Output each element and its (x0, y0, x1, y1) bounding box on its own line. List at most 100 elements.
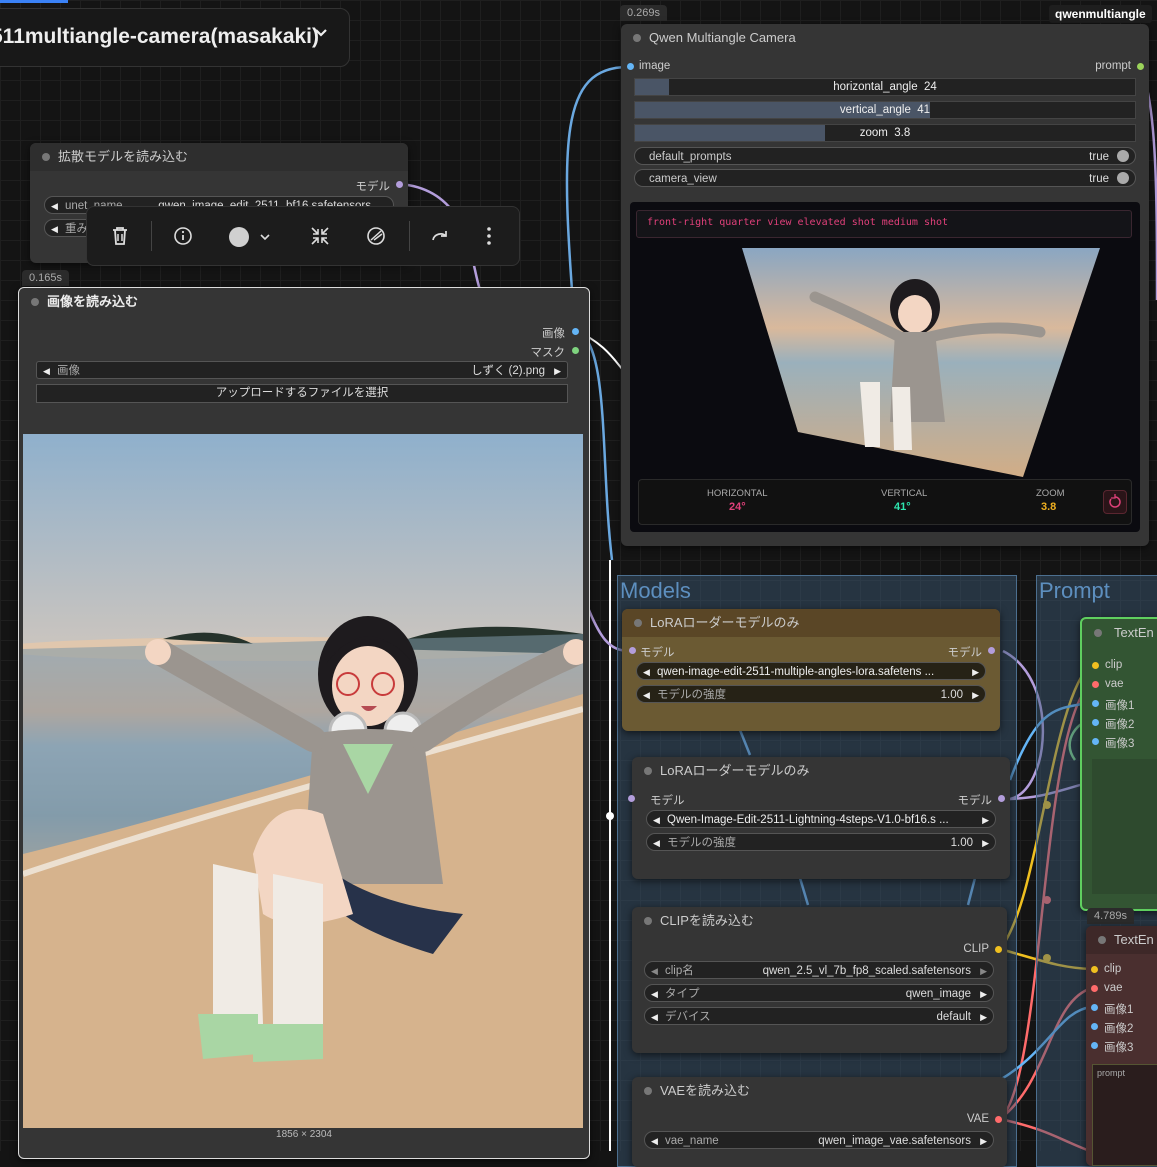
clip-input-label: clip (1105, 659, 1123, 671)
image2-input-label: 画像2 (1104, 1023, 1134, 1035)
load-vae-node[interactable]: VAEを読み込む VAE ◀ vae_name qwen_image_vae.saf… (632, 1077, 1007, 1167)
node-title: TextEn (1086, 926, 1157, 954)
text-encode-node-2[interactable]: TextEn clip vae 画像1 画像2 画像3 prompt (1086, 926, 1157, 1166)
prompt-output-dot[interactable] (1137, 63, 1144, 70)
node-title: 拡散モデルを読み込む (30, 143, 408, 171)
vertical-stat-value: 41° (894, 501, 911, 513)
execution-time-badge: 0.269s (620, 5, 668, 21)
lora-loader-node-1[interactable]: LoRAローダーモデルのみ モデル モデル ◀ qwen-image-edit-2… (622, 609, 1000, 731)
info-icon[interactable] (172, 225, 194, 250)
model-strength-widget[interactable]: ◀ モデルの強度 1.00 ▶ (636, 685, 986, 703)
clip-output-dot[interactable] (995, 946, 1002, 953)
device-widget[interactable]: ◀ デバイス default ▶ (644, 1007, 994, 1025)
clip-name-widget[interactable]: ◀ clip名 qwen_2.5_vl_7b_fp8_scaled.safetens… (644, 961, 994, 979)
tab-indicator (0, 0, 68, 3)
node-type-badge: qwenmultiangle (1049, 5, 1152, 23)
vae-input-dot[interactable] (1091, 985, 1098, 992)
upload-button[interactable]: アップロードするファイルを選択 (36, 384, 568, 403)
zoom-stat-label: ZOOM (1036, 488, 1065, 499)
model-output-label: モデル (355, 181, 391, 193)
image3-input-dot[interactable] (1091, 1042, 1098, 1049)
reset-icon[interactable] (1103, 490, 1127, 514)
vae-output-label: VAE (966, 1113, 989, 1125)
trash-icon[interactable] (109, 225, 131, 250)
vertical-angle-label: vertical_angle (839, 104, 911, 116)
chevron-down-icon[interactable] (313, 25, 329, 46)
prompt-group-title: Prompt (1039, 578, 1110, 603)
workflow-name: 511multiangle-camera(masakaki) (0, 25, 320, 48)
node-title: TextEn (1082, 619, 1157, 647)
vae-input-dot[interactable] (1092, 681, 1099, 688)
node-title: 画像を読み込む (19, 288, 589, 316)
image-input-dot[interactable] (627, 63, 634, 70)
vertical-angle-slider[interactable]: vertical_angle 41 (634, 101, 1136, 119)
horizontal-angle-value: 24 (924, 81, 937, 93)
prompt-preview-text: front-right quarter view elevated shot m… (647, 217, 949, 228)
image1-input-dot[interactable] (1091, 1004, 1098, 1011)
load-image-node[interactable]: 画像を読み込む 画像 マスク ◀ 画像 しずく (2).png ▶ アップロードするフ… (18, 287, 590, 1159)
image3-input-label: 画像3 (1104, 1042, 1134, 1054)
image2-input-dot[interactable] (1092, 719, 1099, 726)
qwen-multiangle-camera-node[interactable]: Qwen Multiangle Camera image prompt hori… (621, 24, 1149, 546)
model-input-dot[interactable] (628, 795, 635, 802)
node-title: VAEを読み込む (632, 1077, 1007, 1105)
camera-view-toggle[interactable]: camera_view true (634, 169, 1136, 187)
redo-icon[interactable] (429, 225, 451, 250)
model-output-dot[interactable] (396, 181, 403, 188)
image1-input-dot[interactable] (1092, 700, 1099, 707)
image-select-widget[interactable]: ◀ 画像 しずく (2).png ▶ (36, 361, 568, 379)
model-input-dot[interactable] (629, 647, 636, 654)
clip-input-label: clip (1104, 963, 1122, 975)
load-clip-node[interactable]: CLIPを読み込む CLIP ◀ clip名 qwen_2.5_vl_7b_fp8_… (632, 907, 1007, 1053)
lora-name-widget[interactable]: ◀ Qwen-Image-Edit-2511-Lightning-4steps-V… (646, 810, 996, 828)
execution-time-badge: 0.165s (22, 270, 70, 286)
lora-name-widget[interactable]: ◀ qwen-image-edit-2511-multiple-angles-lo… (636, 662, 986, 680)
node-title: CLIPを読み込む (632, 907, 1007, 935)
vae-name-widget[interactable]: ◀ vae_name qwen_image_vae.safetensors ▶ (644, 1131, 994, 1149)
image1-input-label: 画像1 (1104, 1004, 1134, 1016)
model-output-dot[interactable] (988, 647, 995, 654)
clip-input-dot[interactable] (1091, 966, 1098, 973)
chevron-down-icon[interactable] (259, 231, 271, 246)
lora-loader-node-2[interactable]: LoRAローダーモデルのみ モデル モデル ◀ Qwen-Image-Edit-2… (628, 757, 1010, 879)
prompt-preview-box: front-right quarter view elevated shot m… (636, 210, 1132, 238)
collapse-icon[interactable] (309, 225, 331, 250)
clip-type-widget[interactable]: ◀ タイプ qwen_image ▶ (644, 984, 994, 1002)
default-prompts-toggle[interactable]: default_prompts true (634, 147, 1136, 165)
mask-output-dot[interactable] (572, 347, 579, 354)
prompt-textarea[interactable] (1092, 759, 1157, 894)
zoom-slider[interactable]: zoom 3.8 (634, 124, 1136, 142)
prompt-output-label: prompt (1095, 60, 1131, 72)
horizontal-stat-label: HORIZONTAL (707, 488, 768, 499)
text-encode-node-1[interactable]: TextEn clip vae 画像1 画像2 画像3 (1080, 617, 1157, 911)
model-input-label: モデル (650, 795, 685, 807)
zoom-value: 3.8 (894, 127, 911, 139)
mask-output-label: マスク (530, 347, 566, 359)
vertical-stat-label: VERTICAL (881, 488, 928, 499)
image1-input-label: 画像1 (1105, 700, 1135, 712)
node-title: LoRAローダーモデルのみ (632, 757, 1010, 785)
clip-input-dot[interactable] (1092, 662, 1099, 669)
image2-input-dot[interactable] (1091, 1023, 1098, 1030)
model-output-label: モデル (947, 647, 983, 659)
model-strength-widget[interactable]: ◀ モデルの強度 1.00 ▶ (646, 833, 996, 851)
image-dimensions: 1856 × 2304 (276, 1129, 332, 1140)
node-title: LoRAローダーモデルのみ (622, 609, 1000, 637)
camera-3d-view[interactable]: front-right quarter view elevated shot m… (630, 202, 1140, 532)
node-selection-toolbar (86, 206, 520, 266)
horizontal-angle-slider[interactable]: horizontal_angle 24 (634, 78, 1136, 96)
bypass-icon[interactable] (365, 225, 387, 250)
image3-input-dot[interactable] (1092, 738, 1099, 745)
vae-output-dot[interactable] (995, 1116, 1002, 1123)
vertical-angle-value: 41 (917, 104, 931, 116)
model-output-dot[interactable] (998, 795, 1005, 802)
model-input-label: モデル (640, 647, 675, 659)
more-icon[interactable] (485, 225, 493, 250)
preview-artwork (23, 616, 583, 1128)
models-group-title: Models (620, 578, 691, 603)
model-output-label: モデル (957, 795, 993, 807)
workflow-selector[interactable]: 511multiangle-camera(masakaki) (0, 8, 350, 67)
image-output-dot[interactable] (572, 328, 579, 335)
color-circle-icon[interactable] (229, 227, 249, 247)
camera-stats-bar: HORIZONTAL 24° VERTICAL 41° ZOOM 3.8 (638, 479, 1132, 525)
